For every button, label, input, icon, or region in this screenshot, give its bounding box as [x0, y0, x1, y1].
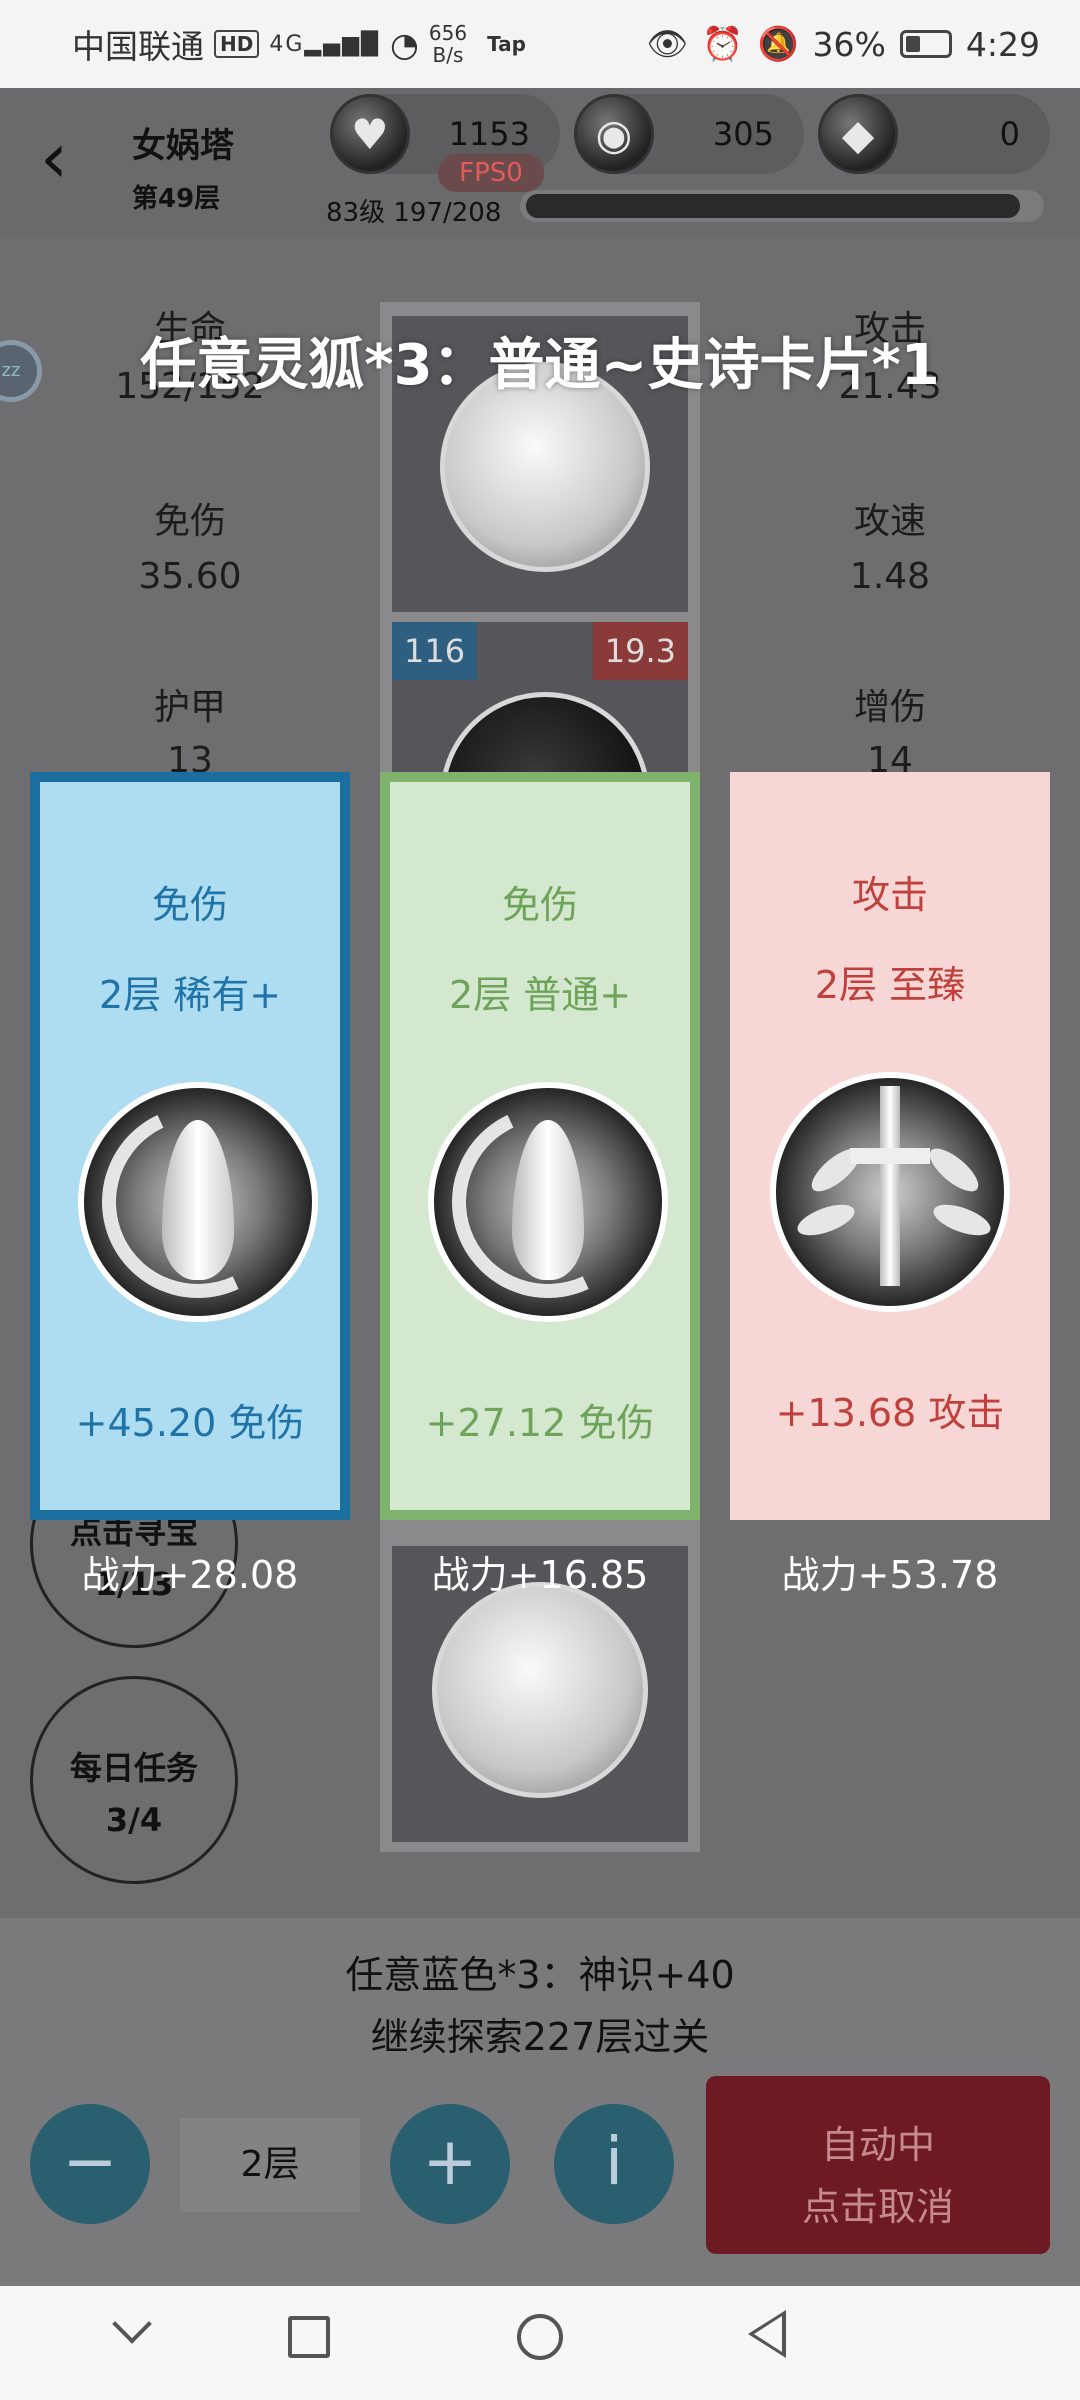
sword-emblem-icon [770, 1072, 1010, 1312]
dmg-inc-label: 增伤 [853, 687, 926, 728]
back-triangle-icon[interactable] [748, 2310, 786, 2358]
choice-card-2[interactable]: 免伤 2层 普通+ +27.12 免伤 [380, 772, 700, 1520]
alarm-icon: ⏰ [702, 24, 744, 63]
choice-3-bonus: +13.68 攻击 [775, 1391, 1005, 1435]
diamonds-value: 0 [999, 115, 1020, 153]
back-arrow-icon[interactable]: ‹ [40, 123, 68, 193]
choice-3-title: 攻击 [851, 873, 928, 917]
clock: 4:29 [965, 24, 1040, 64]
choice-card-1[interactable]: 免伤 2层 稀有+ +45.20 免伤 [30, 772, 350, 1520]
net-speed-value: 656 [428, 21, 468, 45]
auto-cancel-button[interactable]: 自动中 点击取消 [706, 2076, 1050, 2254]
net-speed: 656 B/s [429, 22, 467, 66]
dmg-reduce-label: 免伤 [153, 501, 226, 542]
battery-icon [899, 30, 952, 58]
diamonds-counter: ◆ 0 [818, 94, 1050, 174]
leaf-shape [793, 1198, 859, 1242]
heart-icon: ♥ [330, 94, 410, 174]
battery-percent: 36% [812, 24, 886, 64]
floor-value: 2层 [180, 2118, 360, 2212]
water-drop-emblem-icon [428, 1082, 668, 1322]
hearts-value: 1153 [448, 115, 530, 153]
info-button[interactable]: i [554, 2104, 674, 2224]
choice-3-sub: 2层 至臻 [814, 963, 966, 1007]
eye-icon: 👁 [646, 24, 689, 63]
choice-2-bonus: +27.12 免伤 [425, 1401, 655, 1445]
choice-1-power: 战力+28.08 [81, 1553, 299, 1597]
auto-cancel-label: 点击取消 [801, 2185, 954, 2229]
tower-name: 女娲塔 [132, 126, 234, 166]
network-type: 4G [269, 31, 305, 57]
choice-1-sub: 2层 稀有+ [98, 973, 282, 1017]
explore-progress: 继续探索227层过关 [370, 2015, 710, 2059]
choice-3-power: 战力+53.78 [781, 1553, 999, 1597]
diamond-icon: ◆ [818, 94, 898, 174]
tap-icon: Tap [487, 32, 526, 56]
game-header: ‹ 女娲塔 第49层 ♥ 1153 ◉ 305 ◆ 0 FPS0 83级 197… [0, 88, 1080, 238]
card-badge-left: 116 [392, 622, 478, 680]
daily-tasks-label: 每日任务 [69, 1749, 198, 1787]
level-progress-text: 83级 197/208 [326, 198, 502, 228]
choice-1-title: 免伤 [151, 883, 228, 927]
sword-blade-shape [880, 1086, 900, 1286]
mute-bell-icon: 🔕 [757, 24, 799, 63]
coin-icon: ◉ [574, 94, 654, 174]
chevron-down-icon[interactable] [112, 2304, 152, 2344]
auto-status-label: 自动中 [820, 2123, 935, 2167]
dmg-reduce-value: 35.60 [138, 556, 242, 597]
leaf-shape [929, 1198, 995, 1242]
daily-tasks-count: 3/4 [105, 1801, 163, 1839]
blue-set-bonus: 任意蓝色*3：神识+40 [345, 1953, 735, 1997]
leaf-shape [923, 1141, 985, 1199]
coins-value: 305 [712, 115, 774, 153]
daily-tasks-button[interactable]: 每日任务 3/4 [30, 1676, 238, 1884]
tower-floor: 第49层 [132, 184, 221, 214]
armor-label: 护甲 [153, 687, 226, 728]
choice-2-sub: 2层 普通+ [448, 973, 632, 1017]
atk-speed-value: 1.48 [849, 556, 931, 597]
choice-2-power: 战力+16.85 [431, 1553, 649, 1597]
signal-icon: 4G▂▄▆█ [269, 31, 381, 57]
water-drop-emblem-icon [78, 1082, 318, 1322]
choice-card-3[interactable]: 攻击 2层 至臻 +13.68 攻击 [730, 772, 1050, 1520]
recent-apps-icon[interactable] [288, 2316, 330, 2358]
fps-badge: FPS0 [438, 154, 544, 192]
reward-headline: 任意灵狐*3：普通~史诗卡片*1 [140, 333, 940, 398]
xp-bar [526, 194, 1020, 218]
choice-1-bonus: +45.20 免伤 [75, 1401, 305, 1445]
maiden-emblem-icon [432, 1582, 648, 1798]
wifi-icon: ◔ [390, 24, 419, 64]
system-nav-bar [0, 2286, 1080, 2400]
coins-counter: ◉ 305 [574, 94, 804, 174]
card-badge-right: 19.3 [592, 622, 688, 680]
hd-icon: HD [214, 30, 260, 58]
xp-bar-fill [526, 194, 994, 218]
decrease-floor-button[interactable]: − [30, 2104, 150, 2224]
increase-floor-button[interactable]: + [390, 2104, 510, 2224]
sword-guard-shape [850, 1148, 930, 1164]
atk-speed-label: 攻速 [853, 501, 926, 542]
net-speed-unit: B/s [432, 43, 464, 67]
battery-fill [905, 36, 921, 52]
status-bar: 中国联通 HD 4G▂▄▆█ ◔ 656 B/s Tap 👁 ⏰ 🔕 36% 4:… [0, 0, 1080, 88]
carrier-label: 中国联通 [72, 27, 204, 66]
choice-2-title: 免伤 [501, 883, 578, 927]
home-icon[interactable] [517, 2314, 563, 2360]
